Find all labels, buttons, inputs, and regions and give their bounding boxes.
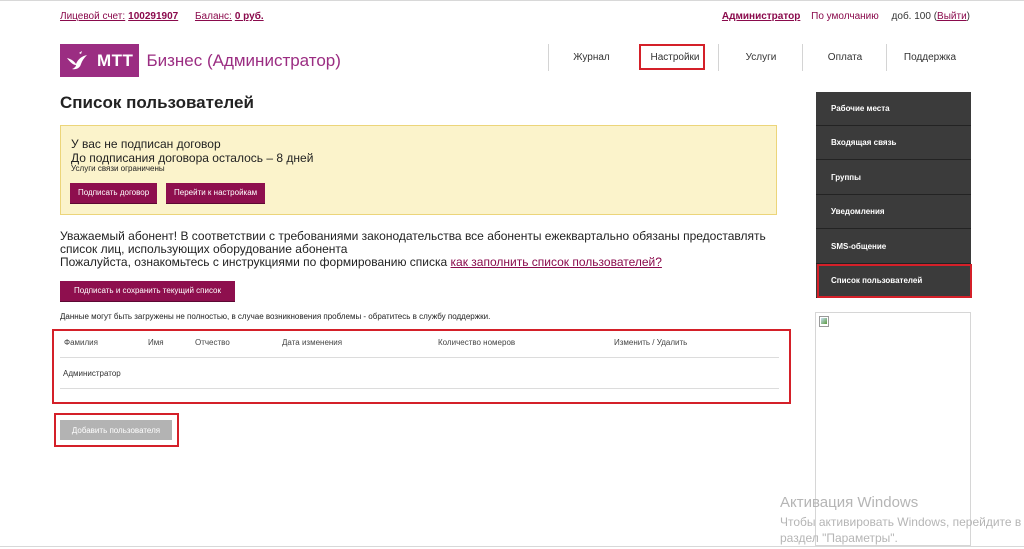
default-profile[interactable]: По умолчанию <box>811 11 879 22</box>
instruction-text: Пожалуйста, ознакомьтесь с инструкциями … <box>60 255 448 269</box>
nav-label: Оплата <box>827 52 863 63</box>
broken-image-icon <box>819 316 829 327</box>
brand-name: МТТ <box>94 44 140 77</box>
sidebar-item-sms[interactable]: SMS-общение <box>816 229 971 264</box>
sidebar-item-label: Уведомления <box>831 207 885 216</box>
sidebar-item-label: Группы <box>831 173 861 182</box>
table-divider <box>60 357 779 358</box>
nav-label: Журнал <box>573 52 610 63</box>
sidebar-item-label: Рабочие места <box>831 104 890 113</box>
page-top-border <box>0 0 1024 1</box>
app-title: Бизнес (Администратор) <box>146 50 341 70</box>
col-header-name: Имя <box>148 338 164 347</box>
account-info: Лицевой счет: 100291907 Баланс: 0 руб. <box>60 11 278 22</box>
nav-journal[interactable]: Журнал <box>548 44 634 71</box>
go-to-settings-button[interactable]: Перейти к настройкам <box>166 183 266 203</box>
bird-logo-icon <box>60 44 94 77</box>
warning-line-2: До подписания договора осталось – 8 дней <box>71 151 314 165</box>
logout-link[interactable]: Выйти <box>937 11 967 22</box>
col-header-surname: Фамилия <box>64 338 98 347</box>
warning-line-3: Услуги связи ограничены <box>71 164 165 173</box>
table-divider <box>60 388 779 389</box>
nav-label: Поддержка <box>903 52 957 63</box>
account-link[interactable]: Лицевой счет: 100291907 <box>60 11 178 22</box>
sign-contract-button[interactable]: Подписать договор <box>70 183 158 203</box>
add-user-button[interactable]: Добавить пользователя <box>60 420 172 440</box>
account-number: 100291907 <box>128 11 179 22</box>
nav-payment[interactable]: Оплата <box>802 44 887 71</box>
balance-link[interactable]: Баланс: 0 руб. <box>195 11 264 22</box>
highlight-frame <box>639 44 705 70</box>
account-label: Лицевой счет: <box>60 11 126 22</box>
col-header-count: Количество номеров <box>438 338 516 347</box>
contract-warning: У вас не подписан договор До подписания … <box>60 125 777 215</box>
balance-value: 0 руб. <box>234 11 264 22</box>
exit-paren-close: ) <box>966 11 970 22</box>
admin-link[interactable]: Администратор <box>722 11 800 22</box>
page-bottom-border <box>0 546 1024 547</box>
nav-label: Услуги <box>745 52 777 63</box>
balance-label: Баланс: <box>194 11 232 22</box>
sidebar-item-groups[interactable]: Группы <box>816 160 971 195</box>
user-info: Администратор По умолчанию доб. 100 (Вый… <box>722 11 970 22</box>
sidebar-item-label: SMS-общение <box>831 242 887 251</box>
sidebar-highlight <box>817 264 972 298</box>
instructions-link[interactable]: как заполнить список пользователей? <box>451 255 662 269</box>
nav-settings[interactable]: Настройки <box>639 44 708 71</box>
windows-activation-title: Активация Windows <box>780 494 919 511</box>
sign-save-list-button[interactable]: Подписать и сохранить текущий список <box>60 281 235 301</box>
warning-line-1: У вас не подписан договор <box>71 137 221 151</box>
sidebar-item-label: Входящая связь <box>831 138 897 147</box>
instruction-line: Пожалуйста, ознакомьтесь с инструкциями … <box>60 256 780 269</box>
info-text: Уважаемый абонент! В соответствии с треб… <box>60 230 780 269</box>
sidebar-item-incoming[interactable]: Входящая связь <box>816 126 971 160</box>
logo[interactable]: МТТ Бизнес (Администратор) <box>60 44 341 77</box>
page-title: Список пользователей <box>60 93 254 112</box>
info-paragraph: Уважаемый абонент! В соответствии с треб… <box>60 229 766 256</box>
nav-services[interactable]: Услуги <box>718 44 803 71</box>
nav-support[interactable]: Поддержка <box>886 44 973 71</box>
extension: доб. 100 <box>891 11 931 22</box>
windows-activation-text-2: раздел "Параметры". <box>780 531 898 545</box>
col-header-edit-delete: Изменить / Удалить <box>614 338 688 347</box>
sidebar-item-workplaces[interactable]: Рабочие места <box>816 92 971 126</box>
sidebar-item-notifications[interactable]: Уведомления <box>816 195 971 229</box>
data-load-note: Данные могут быть загружены не полностью… <box>60 312 491 321</box>
col-header-date: Дата изменения <box>282 338 343 347</box>
col-header-patronymic: Отчество <box>195 338 230 347</box>
windows-activation-text: Чтобы активировать Windows, перейдите в <box>780 515 1022 529</box>
table-row[interactable]: Администратор <box>63 369 121 378</box>
